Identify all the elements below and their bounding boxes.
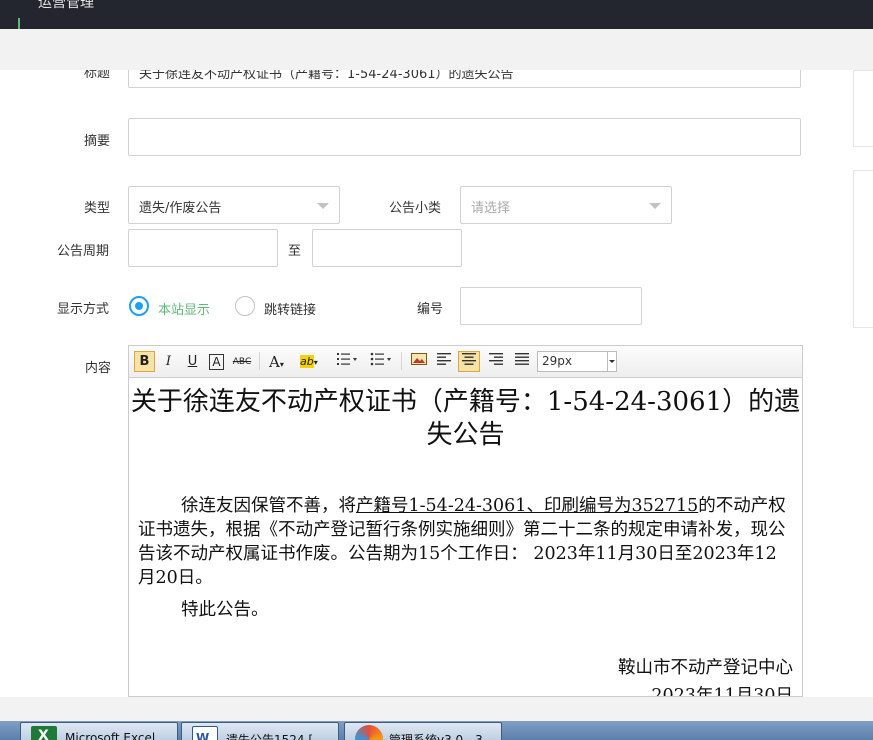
align-center-icon bbox=[462, 353, 476, 365]
top-nav-title[interactable]: 运营管理 bbox=[38, 0, 94, 12]
type-label: 类型 bbox=[84, 201, 111, 216]
taskbar-item-word[interactable]: 遗失公告1524.[ bbox=[181, 722, 339, 740]
rich-text-editor[interactable]: B I U A ABC A▾ ab▾ 29px 关于徐连友不动产权证书（产籍号：… bbox=[128, 345, 803, 697]
chevron-down-icon bbox=[649, 203, 661, 209]
bold-button[interactable]: B bbox=[134, 351, 155, 372]
align-right-icon bbox=[489, 353, 503, 365]
radio-onsite-label[interactable]: 本站显示 bbox=[158, 299, 210, 318]
chevron-down-icon bbox=[317, 203, 329, 209]
image-icon bbox=[411, 353, 427, 365]
right-side-panel-top bbox=[853, 70, 873, 147]
page-footer-strip bbox=[0, 697, 873, 721]
align-justify-button[interactable] bbox=[511, 351, 533, 372]
browser-icon bbox=[355, 725, 383, 740]
align-left-button[interactable] bbox=[433, 351, 455, 372]
display-mode-label: 显示方式 bbox=[57, 302, 110, 317]
document-signature-org: 鞍山市不动产登记中心 bbox=[618, 658, 793, 678]
period-start-input[interactable] bbox=[128, 229, 278, 267]
align-right-button[interactable] bbox=[485, 351, 507, 372]
insert-image-button[interactable] bbox=[408, 351, 430, 372]
number-input[interactable] bbox=[460, 287, 642, 325]
editor-content-area[interactable]: 关于徐连友不动产权证书（产籍号：1-54-24-3061）的遗失公告 徐连友因保… bbox=[129, 378, 802, 697]
toolbar-divider bbox=[259, 352, 260, 370]
underline-button[interactable]: U bbox=[182, 351, 203, 372]
align-justify-icon bbox=[515, 353, 529, 365]
unordered-list-button[interactable] bbox=[366, 351, 396, 372]
excel-icon bbox=[31, 726, 57, 740]
highlight-glyph: ab bbox=[300, 355, 314, 368]
content-label: 内容 bbox=[85, 361, 112, 376]
top-nav-bar: 运营管理 bbox=[0, 0, 873, 29]
type-select-value: 遗失/作废公告 bbox=[139, 201, 222, 216]
editor-toolbar: B I U A ABC A▾ ab▾ 29px bbox=[129, 346, 802, 378]
period-end-input[interactable] bbox=[312, 229, 462, 267]
summary-label: 摘要 bbox=[84, 134, 111, 149]
font-border-glyph: A bbox=[209, 354, 224, 370]
font-size-value: 29px bbox=[542, 354, 572, 368]
font-size-select[interactable]: 29px bbox=[537, 351, 617, 372]
italic-button[interactable]: I bbox=[158, 351, 179, 372]
document-signature-date: 2023年11月30日 bbox=[651, 686, 793, 697]
paragraph-underlined-text: 产籍号1-54-24-3061、印刷编号为352715 bbox=[356, 496, 699, 516]
strikethrough-button[interactable]: ABC bbox=[230, 351, 254, 372]
taskbar-item-label: 遗失公告1524.[ bbox=[226, 733, 314, 740]
word-icon bbox=[192, 726, 218, 740]
sub-header-overlay bbox=[0, 29, 873, 70]
summary-input[interactable] bbox=[128, 118, 801, 156]
toolbar-divider bbox=[401, 352, 402, 370]
document-title: 关于徐连友不动产权证书（产籍号：1-54-24-3061）的遗失公告 bbox=[130, 387, 801, 450]
subtype-select-placeholder: 请选择 bbox=[471, 201, 511, 216]
right-side-panel-bottom bbox=[853, 170, 873, 328]
radio-onsite-display[interactable] bbox=[129, 296, 149, 316]
chevron-down-icon: ▾ bbox=[313, 358, 318, 367]
taskbar-item-excel[interactable]: Microsoft Excel bbox=[20, 722, 178, 740]
radio-jump-link[interactable] bbox=[235, 296, 255, 316]
subtype-select[interactable]: 请选择 bbox=[460, 186, 672, 224]
font-border-button[interactable]: A bbox=[206, 351, 227, 372]
document-closing: 特此公告。 bbox=[181, 600, 269, 620]
chevron-down-icon: ▾ bbox=[279, 360, 284, 369]
paragraph-text-start: 徐连友因保管不善，将 bbox=[181, 496, 356, 516]
chevron-down-icon bbox=[607, 352, 616, 371]
ordered-list-icon bbox=[337, 353, 357, 365]
type-select[interactable]: 遗失/作废公告 bbox=[128, 186, 340, 224]
number-label: 编号 bbox=[417, 302, 444, 317]
taskbar-item-label: 管理系统v3.0 - 3 bbox=[389, 733, 483, 740]
radio-jump-label[interactable]: 跳转链接 bbox=[264, 299, 316, 318]
font-color-button[interactable]: A▾ bbox=[265, 351, 292, 372]
align-left-icon bbox=[437, 353, 451, 365]
period-separator: 至 bbox=[288, 244, 302, 259]
os-taskbar: Microsoft Excel 遗失公告1524.[ 管理系统v3.0 - 3 bbox=[0, 721, 873, 740]
ordered-list-button[interactable] bbox=[332, 351, 362, 372]
nav-active-indicator bbox=[18, 18, 20, 29]
highlight-color-button[interactable]: ab▾ bbox=[296, 351, 326, 372]
period-label: 公告周期 bbox=[57, 244, 110, 259]
taskbar-item-label: Microsoft Excel bbox=[65, 731, 156, 740]
document-paragraph: 徐连友因保管不善，将产籍号1-54-24-3061、印刷编号为352715的不动… bbox=[138, 494, 793, 590]
unordered-list-icon bbox=[370, 352, 391, 366]
subtype-label: 公告小类 bbox=[389, 201, 442, 216]
font-color-glyph: A bbox=[269, 353, 280, 371]
taskbar-item-browser[interactable]: 管理系统v3.0 - 3 bbox=[344, 722, 502, 740]
align-center-button[interactable] bbox=[458, 351, 480, 372]
